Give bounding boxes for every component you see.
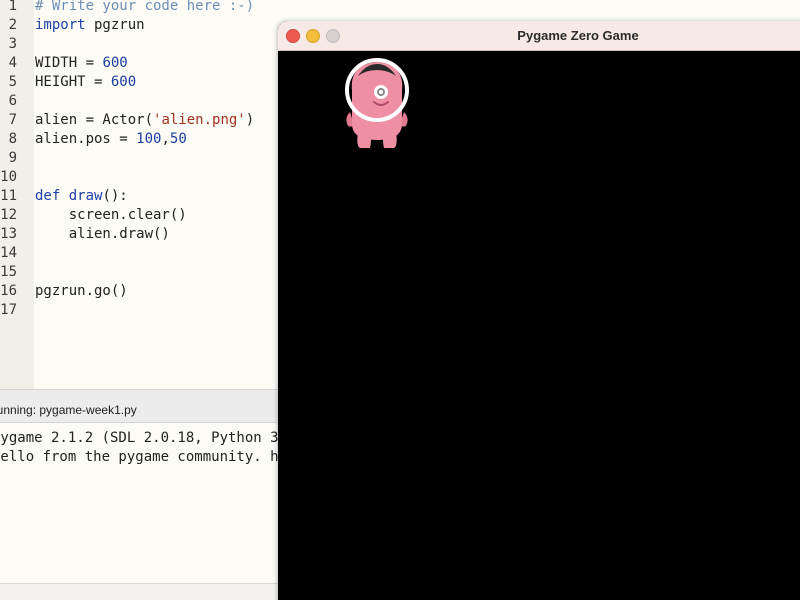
line-number: 1 [8,0,17,14]
line-number: 11 [0,188,17,204]
code-line[interactable]: # Write your code here :-) [35,0,254,16]
console-output[interactable]: pygame 2.1.2 (SDL 2.0.18, Python 3.8 Hel… [0,423,295,583]
line-number: 6 [8,93,17,109]
line-number: 12 [0,207,17,223]
line-number: 17 [0,302,17,318]
code-line[interactable]: def draw(): [35,187,128,206]
code-line[interactable]: HEIGHT = 600 [35,73,136,92]
code-token: ) [245,112,255,128]
code-line[interactable]: WIDTH = 600 [35,54,128,73]
code-token: 600 [110,74,137,90]
line-number: 9 [8,150,17,166]
line-number: 15 [0,264,17,280]
game-canvas[interactable] [278,51,800,600]
line-number: 10 [0,169,17,185]
console-title: Running: pygame-week1.py [0,403,137,417]
code-token: 100 [136,131,162,147]
line-number: 14 [0,245,17,261]
line-number: 13 [0,226,17,242]
code-token: WIDTH = [35,55,103,71]
window-title: Pygame Zero Game [517,28,639,43]
code-token: pgzrun [85,17,145,33]
code-editor[interactable]: 1 2 3 4 5 6 7 8 9 10 11 12 13 14 15 16 17 # Write your c… [0,0,280,390]
code-token: 600 [102,55,128,71]
code-line[interactable]: pgzrun.go() [35,282,128,301]
line-number: 16 [0,283,17,299]
code-token: , [161,131,170,147]
code-token: HEIGHT = [35,74,111,90]
code-token: pgzrun.go() [35,283,128,299]
line-number: 8 [8,131,17,147]
code-token: (): [102,188,128,204]
code-token: alien = Actor( [35,112,154,128]
code-token: draw [68,188,103,204]
line-number: 4 [8,55,17,71]
line-number: 7 [8,112,17,128]
console-header: Running: pygame-week1.py [0,390,280,423]
code-token: 50 [169,131,187,147]
code-line[interactable]: alien.pos = 100,50 [35,130,187,149]
code-line[interactable]: alien.draw() [35,225,170,244]
code-token: alien.pos = [35,131,137,147]
console-line: pygame 2.1.2 (SDL 2.0.18, Python 3.8 [0,430,296,446]
code-token: 'alien.png' [153,112,246,128]
code-token: screen.clear() [35,207,187,223]
line-number: 5 [8,74,17,90]
line-number-gutter: 1 2 3 4 5 6 7 8 9 10 11 12 13 14 15 16 17 [0,0,34,390]
code-token: alien.draw() [35,226,170,242]
code-line[interactable]: import pgzrun [35,16,145,35]
code-line[interactable]: screen.clear() [35,206,187,225]
line-number: 3 [8,36,17,52]
code-token: # Write your code here :-) [35,0,255,14]
code-token: def [35,188,61,204]
game-window[interactable]: Pygame Zero Game [278,21,800,600]
code-line[interactable]: alien = Actor('alien.png') [35,111,254,130]
alien-sprite [345,58,409,148]
code-token: import [35,17,86,33]
window-titlebar[interactable]: Pygame Zero Game [278,21,800,51]
console-line: Hello from the pygame community. htt [0,449,296,465]
line-number: 2 [8,17,17,33]
status-strip [0,583,280,600]
desktop: 1 2 3 4 5 6 7 8 9 10 11 12 13 14 15 16 17 # Write your c… [0,0,800,600]
